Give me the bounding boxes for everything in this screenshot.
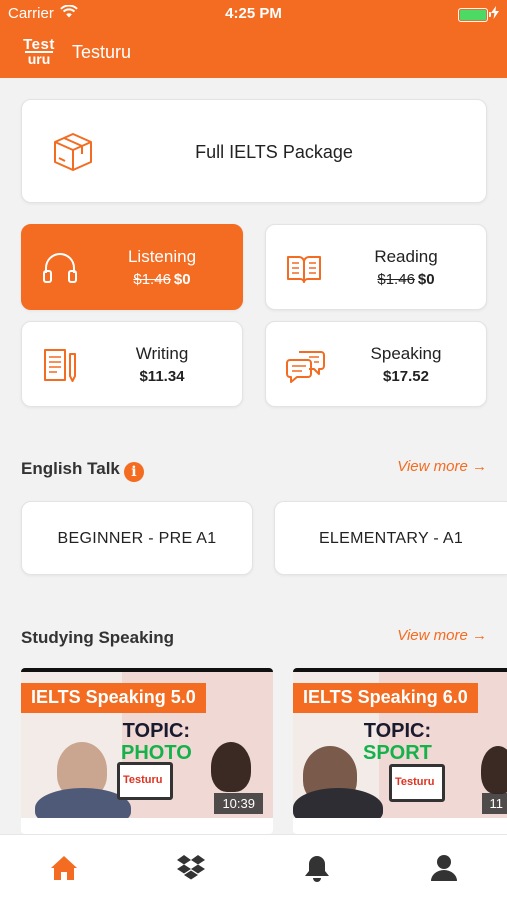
studying-speaking-title: Studying Speaking (21, 628, 175, 647)
charging-bolt-icon (491, 6, 499, 23)
tab-packages[interactable] (176, 854, 206, 887)
topic-label: TOPIC: (122, 720, 191, 742)
video-topic: TOPIC: PHOTO (121, 720, 192, 764)
document-pencil-icon (41, 346, 79, 389)
studying-speaking-view-more-link[interactable]: View more → (397, 627, 487, 644)
level-label: BEGINNER - PRE A1 (57, 530, 217, 547)
skill-price: $11.34 (82, 368, 242, 385)
skill-card-reading[interactable]: Reading $1.46 $0 (265, 224, 487, 310)
home-icon (50, 855, 78, 886)
status-bar: Carrier 4:25 PM (0, 0, 507, 28)
tab-home[interactable] (49, 855, 79, 885)
skill-price: $1.46 $0 (82, 271, 242, 288)
logo-text-top: Test (23, 36, 55, 53)
video-card-speaking-5[interactable]: IELTS Speaking 5.0 TOPIC: PHOTO Testuru … (21, 668, 273, 834)
skill-name: Listening (127, 247, 197, 266)
dropbox-icon (176, 854, 206, 887)
student-image (211, 742, 251, 792)
english-talk-view-more-link[interactable]: View more → (397, 458, 487, 475)
bell-icon (304, 854, 330, 887)
video-duration: 11 (481, 793, 507, 814)
app-title: Testuru (72, 42, 132, 62)
current-price: $17.52 (383, 368, 429, 385)
topic-value: PHOTO (121, 742, 192, 764)
headphones-icon (41, 249, 79, 292)
level-label: ELEMENTARY - A1 (318, 530, 464, 547)
video-duration: 10:39 (214, 793, 263, 814)
level-card-elementary[interactable]: ELEMENTARY - A1 (274, 501, 507, 575)
video-thumbnail[interactable]: IELTS Speaking 5.0 TOPIC: PHOTO Testuru … (21, 668, 273, 818)
info-icon[interactable]: i (123, 462, 144, 482)
topic-label: TOPIC: (363, 720, 432, 742)
video-card-speaking-6[interactable]: IELTS Speaking 6.0 TOPIC: SPORT Testuru … (293, 668, 507, 834)
full-ielts-package-card[interactable]: Full IELTS Package (21, 99, 487, 203)
skill-price: $17.52 (326, 368, 486, 385)
skill-name: Writing (135, 344, 189, 363)
video-banner-title: IELTS Speaking 5.0 (21, 683, 206, 713)
app-header: Test uru Testuru (0, 28, 507, 78)
app-logo[interactable]: Test uru (19, 36, 59, 66)
battery-icon (458, 7, 491, 22)
laptop-logo-text: Testuru (123, 774, 163, 786)
video-banner-title: IELTS Speaking 6.0 (293, 683, 478, 713)
skill-name: Speaking (370, 344, 442, 363)
english-talk-label: English Talk (21, 459, 120, 478)
skill-name: Reading (374, 247, 438, 266)
tab-profile[interactable] (429, 854, 459, 887)
video-thumbnail[interactable]: IELTS Speaking 6.0 TOPIC: SPORT Testuru … (293, 668, 507, 818)
current-price: $11.34 (139, 368, 185, 385)
english-talk-title: English Talk i (21, 459, 144, 482)
bottom-tab-bar (0, 834, 507, 900)
current-price: $0 (173, 271, 191, 288)
skill-card-speaking[interactable]: Speaking $17.52 (265, 321, 487, 407)
full-ielts-package-label: Full IELTS Package (195, 142, 353, 162)
old-price: $1.46 (377, 271, 415, 288)
skill-price: $1.46 $0 (326, 271, 486, 288)
video-topic: TOPIC: SPORT (363, 720, 432, 764)
open-book-icon (285, 249, 323, 292)
status-time: 4:25 PM (225, 5, 282, 22)
skill-card-writing[interactable]: Writing $11.34 (21, 321, 243, 407)
status-right (458, 6, 499, 23)
current-price: $0 (417, 271, 435, 288)
laptop-logo-text: Testuru (395, 776, 435, 788)
tab-notifications[interactable] (302, 855, 332, 885)
speech-bubbles-icon (285, 346, 325, 389)
logo-text-bottom: uru (25, 51, 53, 66)
presenter-body-image (293, 788, 383, 818)
topic-value: SPORT (363, 742, 432, 764)
level-card-beginner[interactable]: BEGINNER - PRE A1 (21, 501, 253, 575)
old-price: $1.46 (133, 271, 171, 288)
laptop-image: Testuru (389, 764, 445, 802)
user-icon (430, 854, 458, 887)
student-image (481, 746, 507, 794)
skill-card-listening[interactable]: Listening $1.46 $0 (21, 224, 243, 310)
laptop-image: Testuru (117, 762, 173, 800)
